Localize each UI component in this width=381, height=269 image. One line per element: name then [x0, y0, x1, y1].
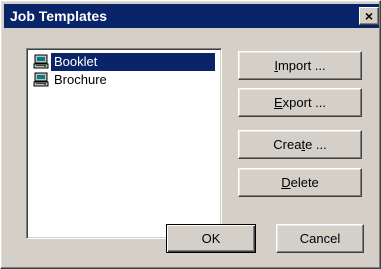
list-item-brochure[interactable]: Brochure [31, 71, 114, 89]
export-button[interactable]: Export ... [238, 88, 362, 117]
create-button[interactable]: Create ... [238, 130, 362, 159]
title-bar[interactable]: Job Templates × [4, 4, 379, 28]
ok-button[interactable]: OK [166, 224, 256, 253]
close-icon: × [364, 8, 374, 24]
close-button[interactable]: × [359, 7, 379, 25]
list-item-booklet[interactable]: Booklet [31, 53, 219, 71]
export-label-post: xport ... [282, 95, 327, 110]
delete-button[interactable]: Delete [238, 168, 362, 197]
delete-accelerator: D [281, 175, 291, 190]
list-item-label: Brochure [54, 72, 107, 87]
create-label-pre: Crea [273, 137, 302, 152]
printer-computer-icon [33, 54, 49, 69]
list-item-label: Booklet [51, 53, 215, 71]
export-accelerator: E [273, 95, 283, 110]
cancel-button[interactable]: Cancel [276, 224, 364, 253]
create-label-post: e ... [305, 137, 327, 152]
dialog-title: Job Templates [10, 8, 107, 24]
printer-computer-icon [33, 72, 49, 87]
templates-list[interactable]: Booklet Brochure [26, 48, 222, 239]
import-label-post: mport ... [277, 58, 326, 73]
import-button[interactable]: Import ... [238, 51, 362, 80]
delete-label-post: elete [290, 175, 319, 190]
job-templates-dialog: Job Templates × Booklet Brochure Import … [0, 0, 381, 269]
